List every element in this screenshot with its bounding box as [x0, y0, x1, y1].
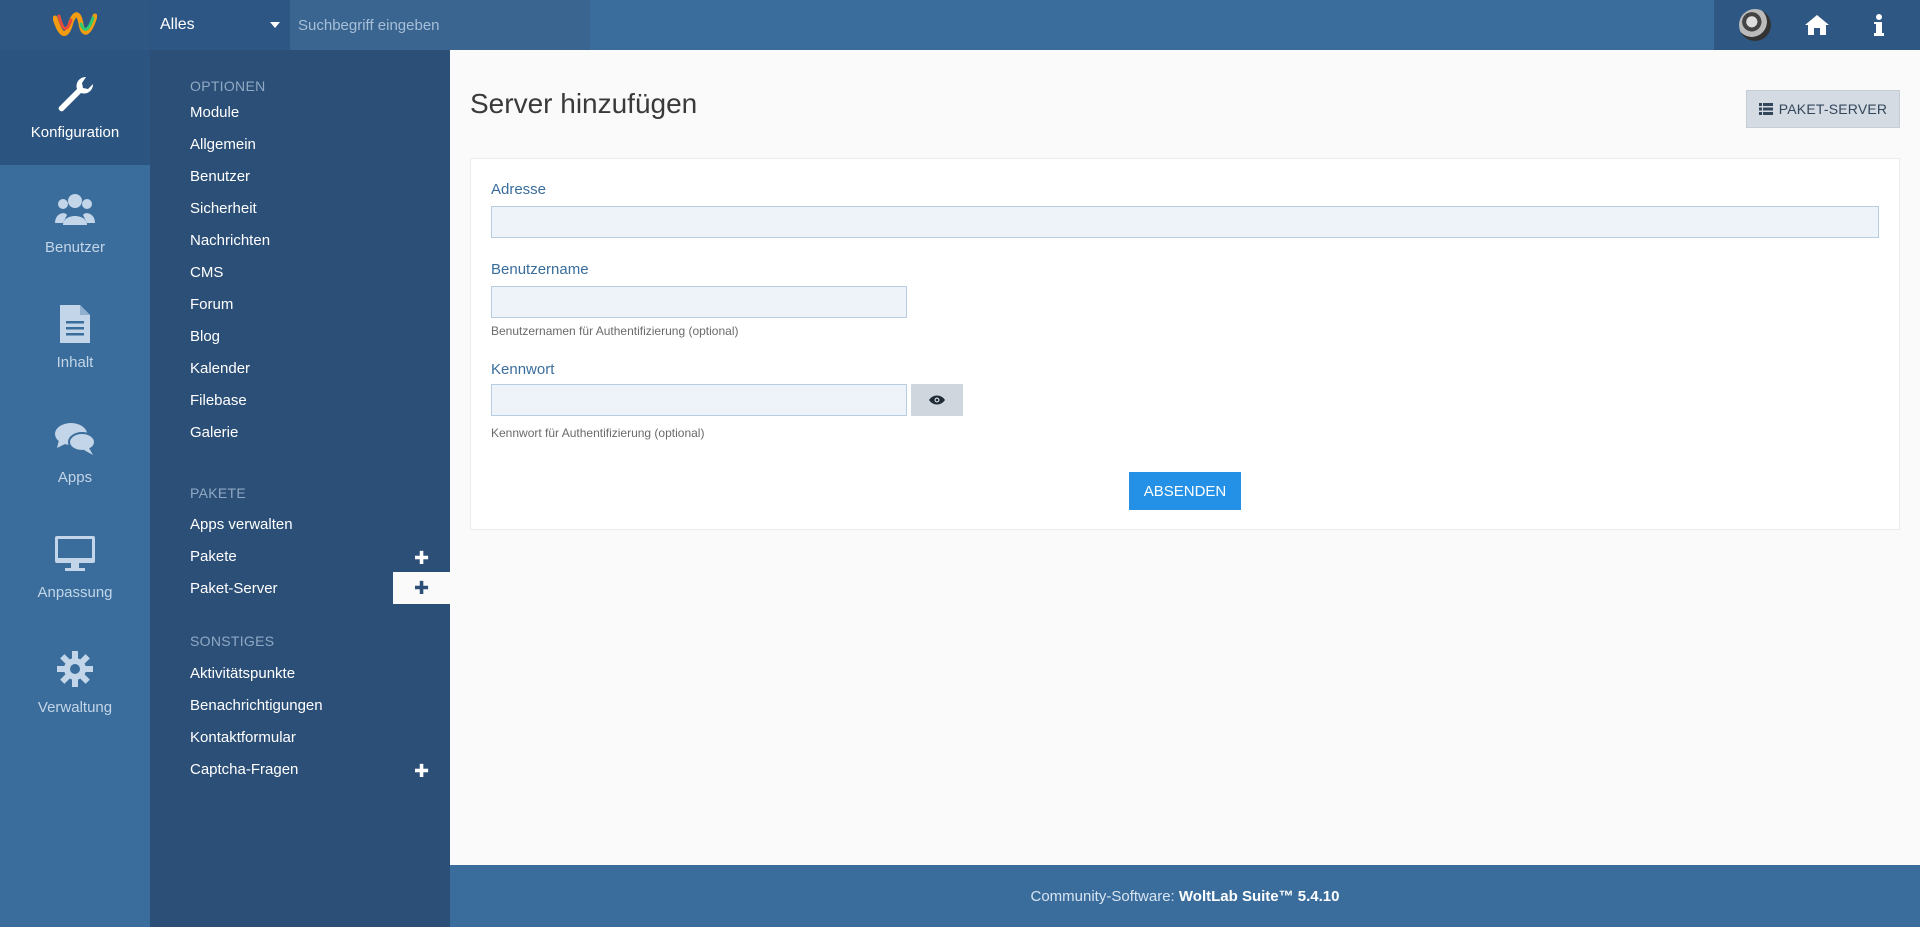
wrench-icon	[55, 74, 95, 114]
submenu-item-aktivitaetspunkte[interactable]: Aktivitätspunkte	[190, 665, 295, 682]
submenu-heading-pakete: PAKETE	[190, 485, 247, 501]
menu-item-anpassung[interactable]: Anpassung	[0, 510, 150, 625]
menu-label-anpassung: Anpassung	[37, 584, 113, 601]
home-icon[interactable]	[1801, 9, 1833, 41]
footer: Community-Software: WoltLab Suite™ 5.4.1…	[450, 865, 1920, 927]
submenu-heading-sonstiges: SONSTIGES	[190, 633, 275, 649]
submenu-item-kalender[interactable]: Kalender	[190, 360, 250, 377]
submenu-item-paket-server[interactable]: Paket-Server	[190, 580, 278, 597]
gear-icon	[55, 649, 95, 689]
submit-button[interactable]: ABSENDEN	[1129, 472, 1241, 510]
menu-item-verwaltung[interactable]: Verwaltung	[0, 625, 150, 740]
menu-label-inhalt: Inhalt	[56, 354, 94, 371]
submenu-item-filebase[interactable]: Filebase	[190, 392, 247, 409]
menu-label-verwaltung: Verwaltung	[37, 699, 113, 716]
submenu-item-captcha-fragen[interactable]: Captcha-Fragen	[190, 761, 298, 778]
submenu-item-benutzer[interactable]: Benutzer	[190, 168, 250, 185]
main-content: Server hinzufügen PAKET-SERVER Adresse B…	[450, 50, 1920, 865]
monitor-icon	[55, 534, 95, 574]
submenu-item-blog[interactable]: Blog	[190, 328, 220, 345]
users-icon	[55, 189, 95, 229]
address-input[interactable]	[491, 206, 1879, 238]
server-form: Adresse Benutzername Benutzernamen für A…	[470, 158, 1900, 530]
submenu-item-forum[interactable]: Forum	[190, 296, 233, 313]
paket-server-button-label: PAKET-SERVER	[1778, 101, 1888, 117]
submenu-item-galerie[interactable]: Galerie	[190, 424, 238, 441]
avatar[interactable]	[1739, 9, 1771, 41]
user-menu-area	[1714, 0, 1920, 50]
woltlab-logo-icon	[53, 12, 97, 36]
submenu-item-module[interactable]: Module	[190, 104, 239, 121]
page-title: Server hinzufügen	[470, 88, 698, 119]
search-scope-select[interactable]: Alles	[150, 0, 290, 50]
password-input[interactable]	[491, 384, 907, 416]
submenu-item-allgemein[interactable]: Allgemein	[190, 136, 256, 153]
add-paket-server-button[interactable]: ✚	[393, 572, 450, 604]
submenu-item-benachrichtigungen[interactable]: Benachrichtigungen	[190, 697, 323, 714]
menu-item-benutzer[interactable]: Benutzer	[0, 165, 150, 280]
show-password-button[interactable]	[911, 384, 963, 416]
submenu-heading-optionen: OPTIONEN	[190, 78, 266, 94]
username-label: Benutzername	[491, 261, 589, 278]
list-icon	[1758, 103, 1773, 115]
submenu: OPTIONEN Module Allgemein Benutzer Siche…	[150, 50, 450, 927]
main-menu: Konfiguration Benutzer Inhalt Apps Anpas…	[0, 50, 150, 927]
menu-item-konfiguration[interactable]: Konfiguration	[0, 50, 150, 165]
search-scope-value: Alles	[160, 16, 195, 33]
submenu-item-pakete[interactable]: Pakete	[190, 548, 237, 565]
menu-item-apps[interactable]: Apps	[0, 395, 150, 510]
comments-icon	[55, 419, 95, 459]
submenu-item-kontaktformular[interactable]: Kontaktformular	[190, 729, 296, 746]
footer-prefix: Community-Software:	[1030, 887, 1175, 905]
submenu-item-apps-verwalten[interactable]: Apps verwalten	[190, 516, 293, 533]
eye-icon	[929, 395, 945, 405]
submenu-item-sicherheit[interactable]: Sicherheit	[190, 200, 257, 217]
file-icon	[55, 304, 95, 344]
submenu-item-cms[interactable]: CMS	[190, 264, 223, 281]
footer-product-link[interactable]: WoltLab Suite™ 5.4.10	[1179, 888, 1340, 905]
menu-item-inhalt[interactable]: Inhalt	[0, 280, 150, 395]
paket-server-button[interactable]: PAKET-SERVER	[1746, 90, 1900, 128]
username-input[interactable]	[491, 286, 907, 318]
menu-label-konfiguration: Konfiguration	[30, 124, 120, 141]
menu-label-apps: Apps	[57, 469, 93, 486]
chevron-down-icon	[270, 22, 280, 28]
username-help-text: Benutzernamen für Authentifizierung (opt…	[491, 324, 739, 338]
app-logo[interactable]	[0, 0, 150, 50]
submenu-item-nachrichten[interactable]: Nachrichten	[190, 232, 270, 249]
add-paket-button[interactable]: ✚	[393, 542, 450, 574]
info-icon[interactable]	[1863, 9, 1895, 41]
search-input[interactable]	[290, 0, 590, 50]
top-bar: Alles	[0, 0, 1920, 50]
menu-label-benutzer: Benutzer	[44, 239, 106, 256]
add-captcha-frage-button[interactable]: ✚	[393, 755, 450, 787]
password-help-text: Kennwort für Authentifizierung (optional…	[491, 426, 705, 440]
password-label: Kennwort	[491, 361, 555, 378]
address-label: Adresse	[491, 181, 547, 198]
